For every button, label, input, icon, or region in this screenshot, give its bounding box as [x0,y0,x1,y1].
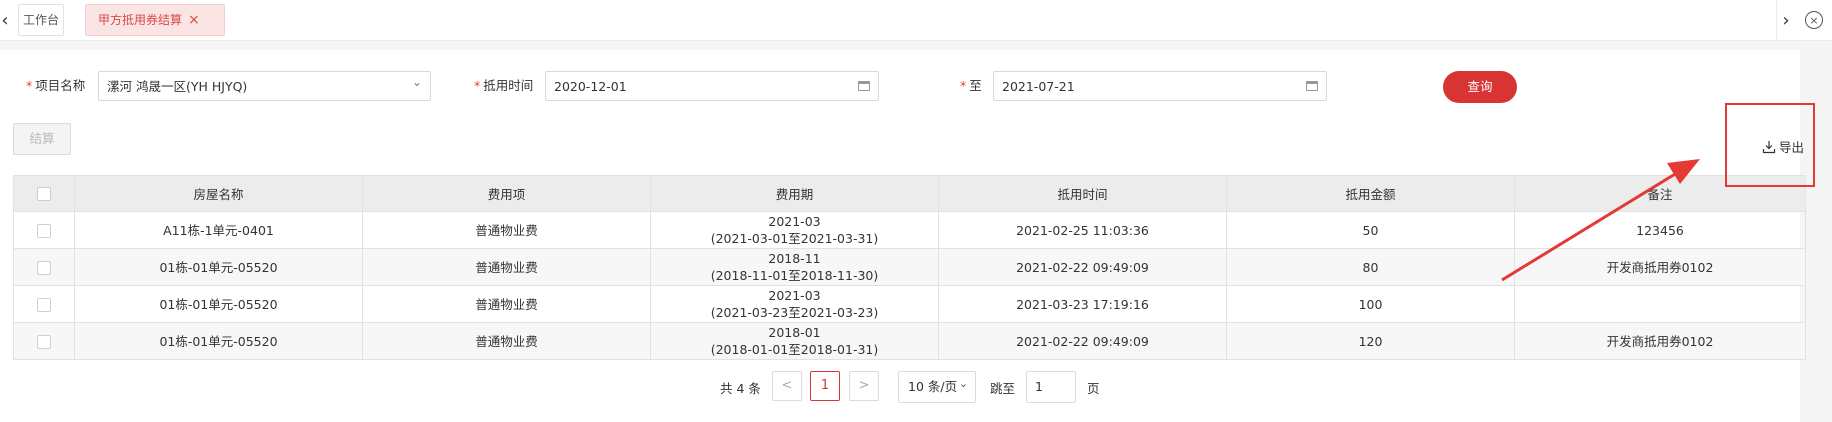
time-cell: 2021-02-22 09:49:09 [938,248,1227,286]
time-label: * 抵用时间 [474,78,534,93]
house-cell: 01栋-01单元-05520 [74,285,363,323]
tab-settlement[interactable]: 甲方抵用券结算 × [85,4,225,36]
chevron-down-icon: ⌄ [411,75,422,89]
pagination-total: 共 4 条 [720,381,761,396]
column-header: 费用项 [362,175,651,212]
jump-page-input[interactable]: 1 [1026,371,1076,403]
row-checkbox[interactable] [37,224,51,238]
calendar-icon [858,81,870,91]
to-label: * 至 [960,78,982,93]
page-unit-label: 页 [1087,381,1100,396]
settle-button[interactable]: 结算 [13,123,71,155]
end-date-value: 2021-07-21 [1002,79,1075,94]
settlement-table: 房屋名称 费用项 费用期 抵用时间 抵用金额 备注 A11栋-1单元-0401 … [13,175,1806,360]
page-1-button[interactable]: 1 [810,371,840,401]
house-cell: 01栋-01单元-05520 [74,248,363,286]
time-cell: 2021-02-25 11:03:36 [938,211,1227,249]
select-all-cell[interactable] [13,175,75,212]
start-date-value: 2020-12-01 [554,79,627,94]
end-date-input[interactable]: 2021-07-21 [993,71,1327,101]
project-label: * 项目名称 [26,78,86,93]
close-all-icon[interactable]: × [1805,11,1823,29]
table-row: A11栋-1单元-0401 普通物业费 2021-03 (2021-03-01至2… [13,211,1806,249]
select-all-checkbox[interactable] [37,187,51,202]
page-size-select[interactable]: 10 条/页 ⌄ [898,371,976,403]
remark-cell: 开发商抵用券0102 [1514,322,1806,360]
row-checkbox[interactable] [37,335,51,349]
jump-label: 跳至 [990,381,1016,396]
start-date-input[interactable]: 2020-12-01 [545,71,879,101]
chevron-left-icon[interactable]: ‹ [0,0,14,40]
fee-item-cell: 普通物业费 [362,285,651,323]
table-row: 01栋-01单元-05520 普通物业费 2018-11 (2018-11-01至… [13,248,1806,286]
tab-workbench[interactable]: 工作台 [18,4,64,36]
remark-cell [1514,285,1806,323]
column-header: 费用期 [650,175,939,212]
row-checkbox[interactable] [37,298,51,312]
table-row: 01栋-01单元-05520 普通物业费 2021-03 (2021-03-23至… [13,285,1806,323]
close-icon[interactable]: × [188,12,200,28]
period-cell: 2021-03 (2021-03-23至2021-03-23) [650,285,939,323]
prev-page-button[interactable]: < [772,371,802,401]
remark-cell: 123456 [1514,211,1806,249]
column-header: 房屋名称 [74,175,363,212]
project-value: 漯河 鸿晟一区(YH HJYQ) [107,79,248,94]
table-row: 01栋-01单元-05520 普通物业费 2018-01 (2018-01-01至… [13,322,1806,360]
row-checkbox[interactable] [37,261,51,275]
table-header-row: 房屋名称 费用项 费用期 抵用时间 抵用金额 备注 [13,175,1806,212]
chevron-right-icon[interactable]: › [1776,0,1795,40]
amount-cell: 120 [1226,322,1515,360]
query-button[interactable]: 查询 [1443,71,1517,103]
tab-settlement-label: 甲方抵用券结算 [98,13,183,27]
column-header: 抵用金额 [1226,175,1515,212]
next-page-button[interactable]: > [849,371,879,401]
chevron-down-icon: ⌄ [958,377,968,390]
period-cell: 2018-11 (2018-11-01至2018-11-30) [650,248,939,286]
amount-cell: 100 [1226,285,1515,323]
remark-cell: 开发商抵用券0102 [1514,248,1806,286]
project-select[interactable]: 漯河 鸿晟一区(YH HJYQ) ⌄ [98,71,431,101]
amount-cell: 50 [1226,211,1515,249]
amount-cell: 80 [1226,248,1515,286]
annotation-highlight-box [1725,103,1815,187]
column-header: 抵用时间 [938,175,1227,212]
house-cell: A11栋-1单元-0401 [74,211,363,249]
fee-item-cell: 普通物业费 [362,211,651,249]
period-cell: 2018-01 (2018-01-01至2018-01-31) [650,322,939,360]
time-cell: 2021-03-23 17:19:16 [938,285,1227,323]
house-cell: 01栋-01单元-05520 [74,322,363,360]
fee-item-cell: 普通物业费 [362,322,651,360]
fee-item-cell: 普通物业费 [362,248,651,286]
time-cell: 2021-02-22 09:49:09 [938,322,1227,360]
period-cell: 2021-03 (2021-03-01至2021-03-31) [650,211,939,249]
calendar-icon [1306,81,1318,91]
tab-bar: ‹ 工作台 甲方抵用券结算 × › × [0,0,1832,41]
